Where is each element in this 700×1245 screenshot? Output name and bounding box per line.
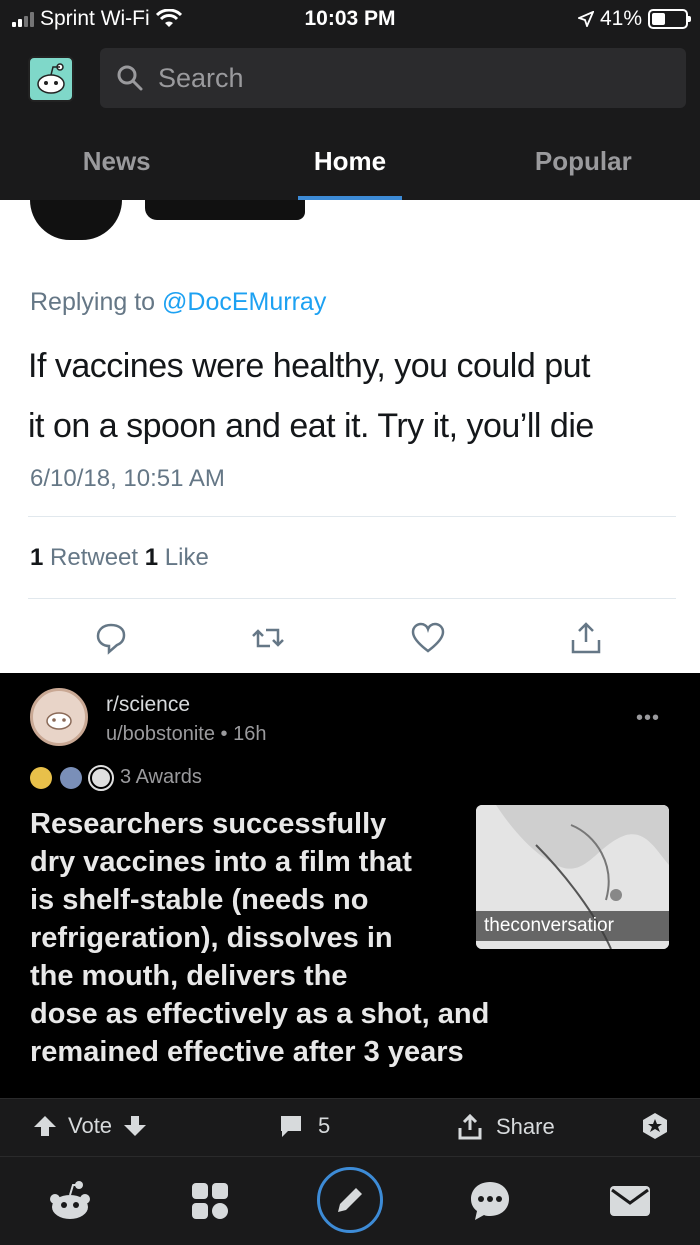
- retweet-label: Retweet: [43, 544, 145, 571]
- nav-home[interactable]: [40, 1171, 100, 1231]
- upvote-icon[interactable]: [32, 1114, 58, 1138]
- vote-label: Vote: [68, 1113, 113, 1138]
- award-icon: [643, 1113, 667, 1139]
- envelope-icon: [610, 1186, 650, 1216]
- give-award-button[interactable]: [640, 1111, 670, 1147]
- redacted-avatar: [30, 200, 122, 240]
- gold-award-icon: [30, 766, 52, 789]
- subreddit-name[interactable]: r/science: [106, 693, 190, 717]
- share-label: Share: [496, 1114, 555, 1139]
- tweet-stats: 1 Retweet 1 Like: [30, 544, 209, 572]
- snoo-icon: [37, 63, 65, 94]
- post-title-cont: dose as effectively as a shot, and remai…: [30, 995, 550, 1071]
- nav-chat[interactable]: [460, 1171, 520, 1231]
- battery-fill: [652, 13, 666, 25]
- post-action-bar: Vote 5 Share: [0, 1098, 700, 1156]
- awards-count: 3 Awards: [120, 766, 202, 788]
- downvote-icon[interactable]: [122, 1114, 148, 1138]
- tab-home[interactable]: Home: [233, 132, 466, 200]
- tab-popular[interactable]: Popular: [467, 132, 700, 200]
- title-line: refrigeration), dissolves in: [30, 922, 393, 954]
- battery-percent: 41%: [599, 7, 642, 30]
- snoo-icon: [46, 712, 72, 730]
- tweet-body: If vaccines were healthy, you could put …: [28, 336, 678, 456]
- comments-button[interactable]: 5: [278, 1113, 330, 1139]
- more-options-button[interactable]: •••: [636, 707, 660, 730]
- comment-count: 5: [318, 1113, 331, 1138]
- tweet-screenshot[interactable]: Replying to @DocEMurray If vaccines were…: [0, 200, 700, 673]
- title-line: dry vaccines into a film that: [30, 846, 412, 878]
- vote-control: Vote: [32, 1113, 148, 1139]
- tab-news[interactable]: News: [0, 132, 233, 200]
- post-title: Researchers successfully dry vaccines in…: [30, 805, 470, 995]
- replying-handle: @DocEMurray: [162, 288, 327, 316]
- link-thumbnail[interactable]: theconversatior: [476, 805, 669, 949]
- share-icon: [458, 1113, 482, 1140]
- chat-bubble-icon: [471, 1182, 509, 1220]
- app-header: Search News Home Popular: [0, 40, 700, 200]
- like-label: Like: [158, 544, 209, 571]
- s-award-icon: [88, 764, 114, 791]
- link-domain: theconversatior: [476, 911, 669, 941]
- title-line: is shelf-stable (needs no: [30, 884, 369, 916]
- title-line: remained effective after 3 years: [30, 1036, 464, 1068]
- nav-inbox[interactable]: [600, 1171, 660, 1231]
- search-input[interactable]: Search: [100, 48, 686, 108]
- search-icon: [117, 65, 143, 91]
- title-line: the mouth, delivers the: [30, 960, 348, 992]
- heart-icon: [411, 622, 445, 653]
- awards-row[interactable]: 3 Awards: [30, 764, 202, 791]
- bottom-nav: [0, 1156, 700, 1245]
- snoo-home-icon: [50, 1181, 90, 1219]
- battery-icon: [648, 9, 691, 29]
- silver-award-icon: [60, 766, 82, 789]
- status-right: 41%: [577, 7, 691, 31]
- post-card[interactable]: r/science u/bobstonite • 16h ••• 3 Award…: [0, 673, 700, 1098]
- retweet-icon: [252, 628, 284, 648]
- post-meta: u/bobstonite • 16h: [106, 723, 267, 745]
- location-arrow-icon: [577, 11, 594, 27]
- share-icon: [571, 622, 601, 654]
- like-count: 1: [144, 544, 159, 571]
- feed-tabs: News Home Popular: [0, 132, 700, 200]
- share-button[interactable]: Share: [456, 1113, 555, 1141]
- replying-prefix: Replying to: [30, 288, 163, 316]
- tweet-date: 6/10/18, 10:51 AM: [30, 465, 225, 492]
- tweet-line-1: If vaccines were healthy, you could put: [28, 347, 590, 385]
- divider: [28, 598, 676, 599]
- title-line: dose as effectively as a shot, and: [30, 998, 490, 1030]
- pencil-icon: [338, 1188, 362, 1212]
- user-avatar[interactable]: [28, 56, 74, 102]
- divider: [28, 516, 676, 517]
- reply-icon: [96, 623, 126, 655]
- retweet-count: 1: [30, 544, 44, 571]
- nav-create-post[interactable]: [317, 1167, 383, 1233]
- status-bar: Sprint Wi-Fi 10:03 PM 41%: [0, 0, 700, 40]
- comment-icon: [281, 1116, 301, 1137]
- replying-to: Replying to @DocEMurray: [30, 288, 326, 317]
- tweet-line-2: it on a spoon and eat it. Try it, you’ll…: [28, 407, 594, 445]
- grid-icon: [192, 1183, 228, 1219]
- redacted-name: [145, 200, 305, 220]
- search-placeholder: Search: [158, 62, 244, 93]
- title-line: Researchers successfully: [30, 808, 387, 840]
- subreddit-avatar[interactable]: [30, 688, 88, 746]
- nav-communities[interactable]: [180, 1171, 240, 1231]
